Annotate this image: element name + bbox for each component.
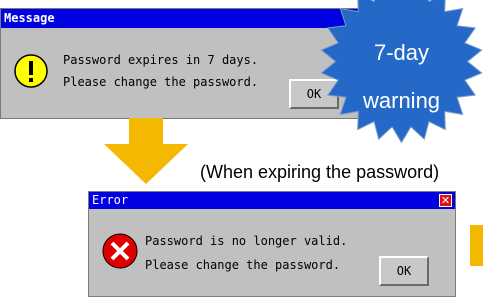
message-line-1: Password expires in 7 days. [63, 53, 259, 67]
badge-line-1: 7-day [374, 40, 430, 65]
annotation-text: (When expiring the password) [200, 162, 440, 182]
message-dialog: Message ✕ Password expires in 7 days. Pl… [0, 8, 372, 119]
error-ok-button[interactable]: OK [379, 256, 429, 286]
error-title: Error [92, 193, 129, 207]
side-marker [470, 225, 483, 266]
error-titlebar: Error [89, 192, 455, 209]
starburst-badge [320, 0, 483, 143]
message-title: Message [4, 11, 55, 25]
error-icon [102, 233, 138, 269]
error-close-button[interactable]: ✕ [439, 194, 452, 207]
error-line-1: Password is no longer valid. [145, 234, 348, 248]
error-line-2: Please change the password. [145, 258, 341, 272]
error-dialog: Error ✕ Password is no longer valid. Ple… [88, 191, 456, 297]
message-line-2: Please change the password. [63, 75, 259, 89]
badge-line-2: warning [363, 88, 441, 113]
warning-icon [14, 54, 48, 88]
down-arrow-icon [104, 118, 188, 184]
message-titlebar: Message [1, 9, 371, 28]
